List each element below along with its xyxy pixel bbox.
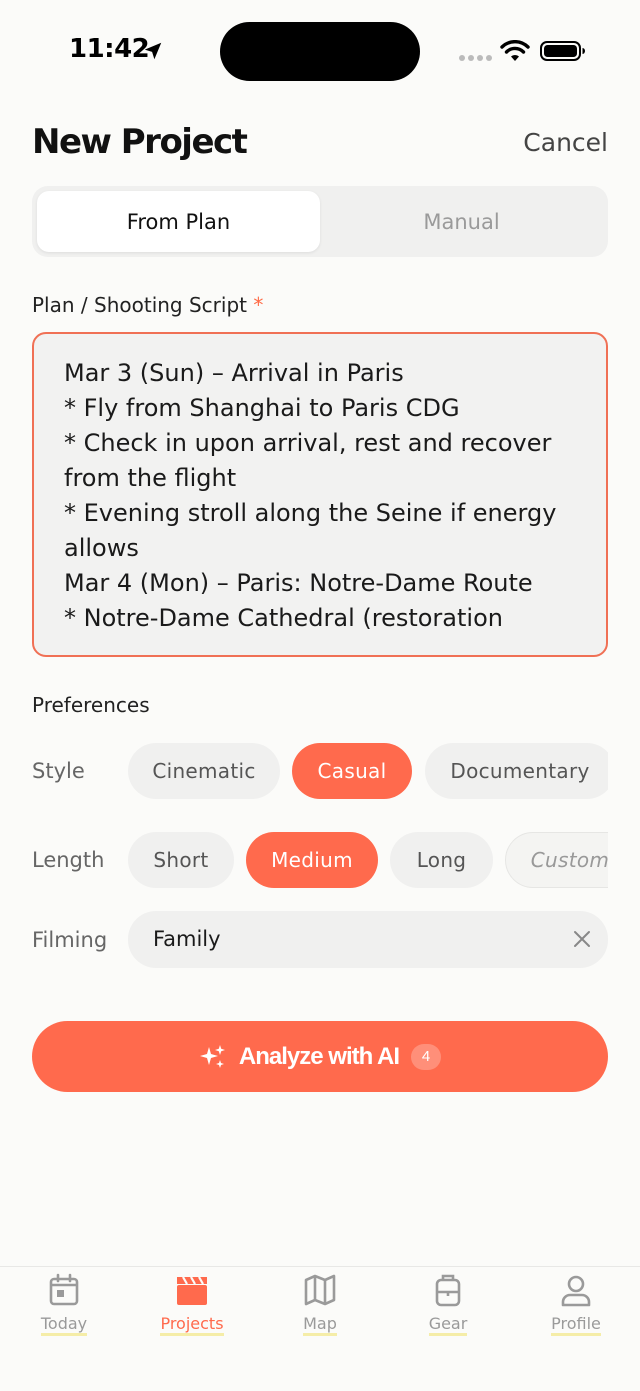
tab-today-label: Today <box>40 1314 88 1336</box>
preferences-heading: Preferences <box>32 693 150 717</box>
bottom-tab-bar: Today Projects Map Gear Profile <box>0 1266 640 1391</box>
tab-profile[interactable]: Profile <box>526 1267 626 1357</box>
map-icon <box>304 1274 336 1306</box>
filming-input[interactable]: Family <box>128 911 608 968</box>
length-chip-short[interactable]: Short <box>128 832 234 888</box>
tab-profile-label: Profile <box>551 1314 601 1336</box>
gear-bag-icon <box>435 1274 461 1307</box>
cancel-button[interactable]: Cancel <box>523 128 608 157</box>
status-bar: 11:42 <box>0 0 640 100</box>
style-chip-cinematic[interactable]: Cinematic <box>128 743 280 799</box>
style-chip-documentary[interactable]: Documentary <box>425 743 608 799</box>
cellular-signal-icon <box>459 55 492 61</box>
tab-projects[interactable]: Projects <box>142 1267 242 1357</box>
battery-icon <box>540 41 585 61</box>
location-arrow-icon <box>144 42 162 60</box>
tab-from-plan[interactable]: From Plan <box>37 191 320 252</box>
analyze-with-ai-button[interactable]: Analyze with AI 4 <box>32 1021 608 1092</box>
mode-segmented-control: From Plan Manual <box>32 186 608 257</box>
credits-badge: 4 <box>411 1043 442 1070</box>
clapperboard-icon <box>177 1276 207 1305</box>
sparkle-icon <box>199 1044 225 1068</box>
tab-map-label: Map <box>303 1314 337 1336</box>
style-label: Style <box>32 759 85 783</box>
dynamic-island <box>220 22 420 81</box>
filming-label: Filming <box>32 928 108 952</box>
length-chip-long[interactable]: Long <box>390 832 493 888</box>
style-options: Cinematic Casual Documentary <box>128 741 608 801</box>
tab-gear-label: Gear <box>428 1314 468 1336</box>
plan-label-text: Plan / Shooting Script <box>32 293 247 317</box>
length-chip-medium[interactable]: Medium <box>246 832 378 888</box>
length-chip-custom[interactable]: Custom <box>505 832 608 888</box>
length-options: Short Medium Long Custom <box>128 830 608 890</box>
person-icon <box>561 1275 591 1307</box>
length-label: Length <box>32 848 105 872</box>
status-time: 11:42 <box>69 34 150 64</box>
style-chip-casual[interactable]: Casual <box>292 743 412 799</box>
tab-manual[interactable]: Manual <box>320 191 603 252</box>
filming-value: Family <box>153 927 221 951</box>
clear-icon[interactable] <box>572 929 592 949</box>
calendar-icon <box>49 1273 79 1306</box>
page-title: New Project <box>32 122 248 162</box>
tab-gear[interactable]: Gear <box>398 1267 498 1357</box>
plan-textarea[interactable]: Mar 3 (Sun) – Arrival in Paris * Fly fro… <box>32 332 608 657</box>
analyze-label: Analyze with AI <box>238 1042 400 1070</box>
plan-text: Mar 3 (Sun) – Arrival in Paris * Fly fro… <box>64 359 557 632</box>
plan-field-label: Plan / Shooting Script * <box>32 293 263 317</box>
tab-projects-label: Projects <box>160 1314 224 1336</box>
tab-map[interactable]: Map <box>270 1267 370 1357</box>
required-marker: * <box>253 293 264 317</box>
tab-today[interactable]: Today <box>14 1267 114 1357</box>
wifi-icon <box>500 40 530 61</box>
